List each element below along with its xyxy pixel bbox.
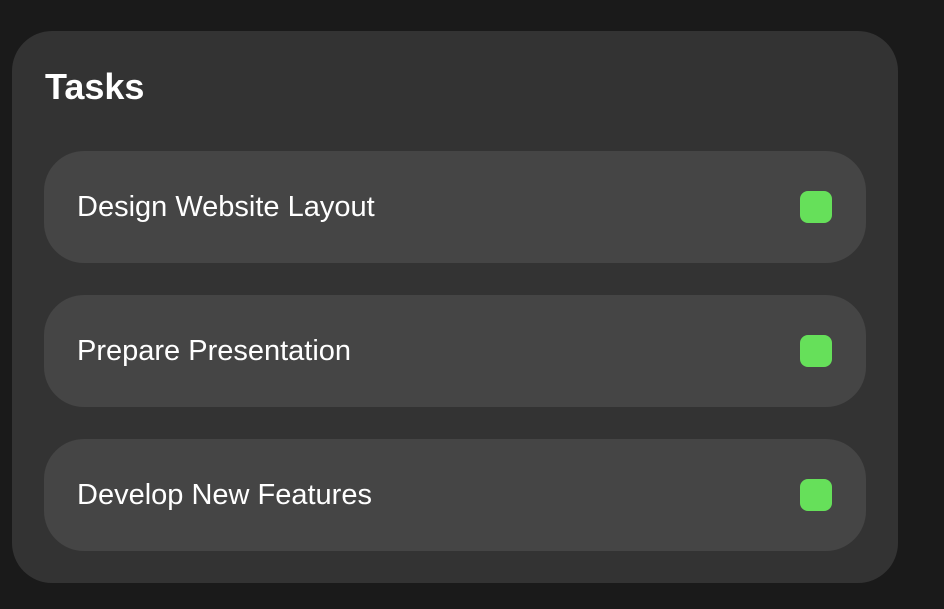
tasks-panel: Tasks Design Website Layout Prepare Pres… [12,31,898,583]
panel-title: Tasks [45,66,145,107]
task-label: Develop New Features [77,478,372,511]
task-item[interactable]: Prepare Presentation [44,295,866,407]
task-label: Prepare Presentation [77,334,352,367]
task-list: Design Website Layout Prepare Presentati… [44,151,866,583]
task-item[interactable]: Develop New Features [44,439,866,551]
task-item[interactable]: Design Website Layout [44,151,866,263]
task-status-indicator[interactable] [800,191,832,223]
task-label: Design Website Layout [77,190,375,223]
task-status-indicator[interactable] [800,479,832,511]
task-status-indicator[interactable] [800,335,832,367]
